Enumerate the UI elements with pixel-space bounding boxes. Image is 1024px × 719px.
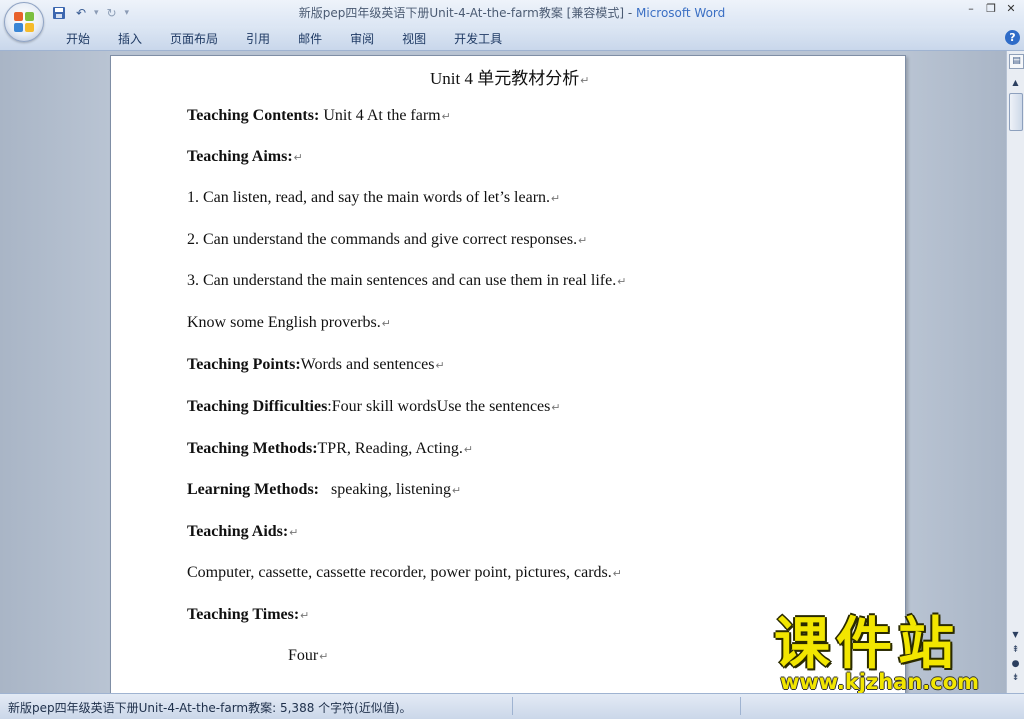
document-workspace: Unit 4 单元教材分析↵ Teaching Contents: Unit 4… (0, 51, 1006, 697)
proverbs-line: Know some English proverbs.↵ (187, 314, 391, 331)
status-text: 新版pep四年级英语下册Unit-4-At-the-farm教案: 5,388 … (8, 701, 412, 715)
aim-item-1: 1. Can listen, read, and say the main wo… (187, 189, 561, 206)
help-icon[interactable]: ? (1005, 30, 1020, 45)
tab-insert[interactable]: 插入 (104, 30, 156, 48)
tab-page-layout[interactable]: 页面布局 (156, 30, 232, 48)
scroll-thumb[interactable] (1009, 93, 1023, 131)
close-icon[interactable]: ✕ (1004, 2, 1018, 15)
tab-view[interactable]: 视图 (388, 30, 440, 48)
tab-home[interactable]: 开始 (52, 30, 104, 48)
watermark-logo: 课件站 www.kjzhan.com (770, 612, 1010, 695)
previous-page-icon[interactable]: ⇞ (1009, 645, 1022, 657)
tab-review[interactable]: 审阅 (336, 30, 388, 48)
window-title: 新版pep四年级英语下册Unit-4-At-the-farm教案 [兼容模式] … (0, 4, 1024, 21)
contents-line: Teaching Contents: Unit 4 At the farm↵ (187, 107, 451, 124)
aids-heading: Teaching Aids:↵ (187, 523, 299, 540)
vertical-scrollbar[interactable]: ▤ ▲ ▼ ⇞ ● ⇟ (1006, 51, 1024, 693)
watermark-url: www.kjzhan.com (780, 670, 980, 694)
ribbon-tabs-bar: 开始 插入 页面布局 引用 邮件 审阅 视图 开发工具 ? (0, 26, 1024, 51)
tab-references[interactable]: 引用 (232, 30, 284, 48)
restore-icon[interactable]: ❐ (984, 2, 998, 15)
status-divider (512, 697, 513, 715)
tab-developer[interactable]: 开发工具 (440, 30, 516, 48)
next-page-icon[interactable]: ⇟ (1009, 673, 1022, 685)
aim-item-2: 2. Can understand the commands and give … (187, 231, 588, 248)
document-name: 新版pep四年级英语下册Unit-4-At-the-farm教案 [兼容模式] (298, 6, 625, 20)
scroll-down-icon[interactable]: ▼ (1009, 629, 1022, 641)
points-line: Teaching Points:Words and sentences↵ (187, 356, 445, 373)
title-bar: ↶ ▾ ↻ ▾ 新版pep四年级英语下册Unit-4-At-the-farm教案… (0, 0, 1024, 42)
status-bar: 新版pep四年级英语下册Unit-4-At-the-farm教案: 5,388 … (0, 693, 1024, 719)
methods-line: Teaching Methods:TPR, Reading, Acting.↵ (187, 440, 474, 457)
scroll-up-icon[interactable]: ▲ (1009, 77, 1022, 89)
aims-heading: Teaching Aims:↵ (187, 148, 303, 165)
times-heading: Teaching Times:↵ (187, 606, 310, 623)
times-value: Four↵ (288, 647, 329, 664)
document-title: Unit 4 单元教材分析↵ (430, 69, 590, 88)
tab-mailings[interactable]: 邮件 (284, 30, 336, 48)
document-page[interactable]: Unit 4 单元教材分析↵ Teaching Contents: Unit 4… (110, 55, 906, 697)
contents-value: Unit 4 At the farm (319, 107, 441, 124)
contents-label: Teaching Contents: (187, 107, 320, 124)
office-logo-icon (14, 12, 34, 32)
aim-item-3: 3. Can understand the main sentences and… (187, 272, 627, 289)
aids-line: Computer, cassette, cassette recorder, p… (187, 564, 622, 581)
status-divider (740, 697, 741, 715)
minimize-icon[interactable]: – (964, 2, 978, 15)
title-separator: - (624, 6, 636, 20)
watermark-cn: 课件站 (774, 612, 960, 677)
view-ruler-icon[interactable]: ▤ (1009, 54, 1024, 69)
ribbon-tabs: 开始 插入 页面布局 引用 邮件 审阅 视图 开发工具 (52, 30, 516, 48)
learning-methods-line: Learning Methods: speaking, listening↵ (187, 481, 462, 498)
select-browse-object-icon[interactable]: ● (1009, 659, 1022, 671)
app-name: Microsoft Word (636, 6, 726, 20)
office-button[interactable] (4, 2, 44, 42)
window-controls: – ❐ ✕ (964, 2, 1018, 15)
difficulties-line: Teaching Difficulties:Four skill wordsUs… (187, 398, 561, 415)
